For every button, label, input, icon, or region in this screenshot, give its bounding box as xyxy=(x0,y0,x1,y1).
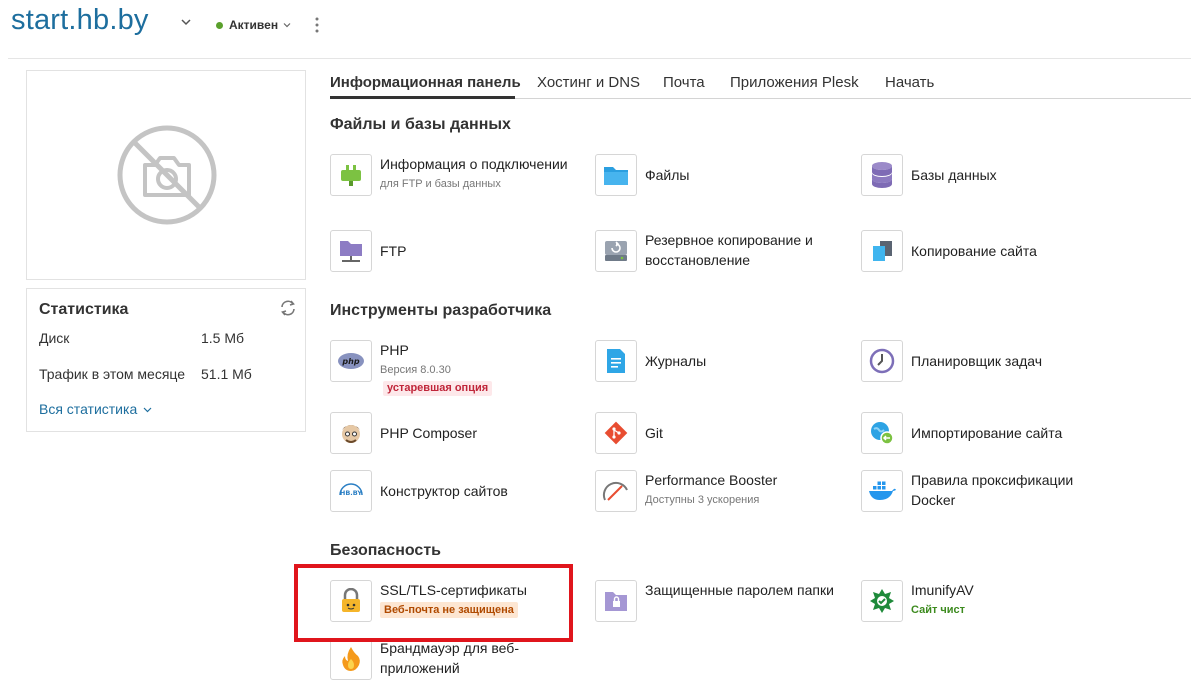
highlight-box xyxy=(294,564,573,642)
tool-files[interactable]: Файлы xyxy=(595,154,855,198)
git-icon xyxy=(595,412,637,454)
database-icon xyxy=(861,154,903,196)
header: start.hb.by Активен xyxy=(0,0,1191,56)
all-statistics-label: Вся статистика xyxy=(39,401,138,417)
tool-name: Git xyxy=(645,425,663,441)
tool-name: Защищенные паролем папки xyxy=(645,582,834,598)
no-photo-icon xyxy=(117,125,217,225)
site-title[interactable]: start.hb.by xyxy=(11,4,149,37)
tool-copy-site[interactable]: Копирование сайта xyxy=(861,230,1121,274)
tool-password-protected-dirs[interactable]: Защищенные паролем папки xyxy=(595,580,855,624)
tool-docker-proxy[interactable]: Правила проксификации Docker xyxy=(861,470,1121,514)
tool-php[interactable]: php PHP Версия 8.0.30 устаревшая опция xyxy=(330,340,590,396)
tool-name: Конструктор сайтов xyxy=(380,483,508,499)
active-tab-indicator xyxy=(330,96,515,99)
docker-icon xyxy=(861,470,903,512)
deprecated-badge: устаревшая опция xyxy=(383,381,493,396)
plug-icon xyxy=(330,154,372,196)
tool-name: PHP xyxy=(380,342,409,358)
tool-name: Журналы xyxy=(645,353,707,369)
section-title-security: Безопасность xyxy=(330,542,441,559)
protected-folder-icon xyxy=(595,580,637,622)
tool-subtitle: для FTP и базы данных xyxy=(380,178,501,190)
tool-status: Сайт чист xyxy=(911,604,966,616)
import-site-icon xyxy=(861,412,903,454)
tab-plesk-apps[interactable]: Приложения Plesk xyxy=(730,74,859,91)
ftp-folder-icon xyxy=(330,230,372,272)
tool-name: Резервное копирование и восстановление xyxy=(645,232,813,268)
disk-value: 1.5 Мб xyxy=(201,330,245,346)
chevron-down-icon xyxy=(143,407,152,412)
section-title-files: Файлы и базы данных xyxy=(330,116,511,133)
tool-name: Информация о подключении xyxy=(380,156,568,172)
tool-performance-booster[interactable]: Performance Booster Доступны 3 ускорения xyxy=(595,470,855,514)
logs-icon xyxy=(595,340,637,382)
site-screenshot-placeholder xyxy=(26,70,306,280)
tool-name: FTP xyxy=(380,243,407,259)
tab-dashboard[interactable]: Информационная панель xyxy=(330,74,521,91)
tool-scheduler[interactable]: Планировщик задач xyxy=(861,340,1121,384)
tool-ftp[interactable]: FTP xyxy=(330,230,590,274)
tool-name: Брандмауэр для веб-приложений xyxy=(380,640,519,676)
imunify-icon xyxy=(861,580,903,622)
tool-subtitle: Доступны 3 ускорения xyxy=(645,494,760,506)
chevron-down-icon[interactable] xyxy=(180,16,192,28)
tool-git[interactable]: Git xyxy=(595,412,855,456)
tool-import-site[interactable]: Импортирование сайта xyxy=(861,412,1121,456)
svg-text:php: php xyxy=(341,357,359,366)
disk-label: Диск xyxy=(39,330,70,346)
tool-name: Performance Booster xyxy=(645,472,778,488)
tab-mail[interactable]: Почта xyxy=(663,74,705,91)
gauge-icon xyxy=(595,470,637,512)
tab-bar: Информационная панель Хостинг и DNS Почт… xyxy=(330,70,1191,98)
tool-imunifyav[interactable]: ImunifyAV Сайт чист xyxy=(861,580,1121,624)
clock-icon xyxy=(861,340,903,382)
status-dot xyxy=(216,21,223,29)
divider xyxy=(8,58,1191,59)
tab-get-started[interactable]: Начать xyxy=(885,74,934,91)
section-title-dev-tools: Инструменты разработчика xyxy=(330,302,552,319)
flame-icon xyxy=(330,638,372,680)
tool-name: Копирование сайта xyxy=(911,243,1037,259)
site-builder-icon: HB.BY xyxy=(330,470,372,512)
tool-name: ImunifyAV xyxy=(911,582,974,598)
tool-name: Планировщик задач xyxy=(911,353,1043,369)
tool-databases[interactable]: Базы данных xyxy=(861,154,1121,198)
all-statistics-link[interactable]: Вся статистика xyxy=(39,401,152,417)
tool-site-builder[interactable]: HB.BY Конструктор сайтов xyxy=(330,470,590,514)
tool-php-composer[interactable]: PHP Composer xyxy=(330,412,590,456)
chevron-down-icon xyxy=(283,23,291,28)
statistics-title: Статистика xyxy=(39,301,129,318)
tool-backup[interactable]: Резервное копирование и восстановление xyxy=(595,230,855,274)
tool-logs[interactable]: Журналы xyxy=(595,340,855,384)
refresh-icon[interactable] xyxy=(279,299,297,317)
more-options-icon[interactable] xyxy=(312,16,322,34)
folder-icon xyxy=(595,154,637,196)
tool-name: Импортирование сайта xyxy=(911,425,1063,441)
tool-waf[interactable]: Брандмауэр для веб-приложений xyxy=(330,638,590,682)
tool-subtitle: Версия 8.0.30 xyxy=(380,364,451,376)
tool-name: PHP Composer xyxy=(380,425,478,441)
tool-connection-info[interactable]: Информация о подключении для FTP и базы … xyxy=(330,154,590,198)
tool-name: Правила проксификации Docker xyxy=(911,472,1074,508)
traffic-value: 51.1 Мб xyxy=(201,366,252,382)
status-label: Активен xyxy=(229,18,279,32)
traffic-label: Трафик в этом месяце xyxy=(39,366,186,382)
site-builder-logo-text: HB.BY xyxy=(340,489,362,497)
tool-name: Базы данных xyxy=(911,167,997,183)
php-icon: php xyxy=(330,340,372,382)
statistics-panel: Статистика Диск 1.5 Мб Трафик в этом мес… xyxy=(26,288,306,432)
backup-icon xyxy=(595,230,637,272)
tool-name: Файлы xyxy=(645,167,690,183)
status-dropdown[interactable]: Активен xyxy=(216,18,291,32)
tab-hosting-dns[interactable]: Хостинг и DNS xyxy=(537,74,640,91)
copy-site-icon xyxy=(861,230,903,272)
composer-icon xyxy=(330,412,372,454)
